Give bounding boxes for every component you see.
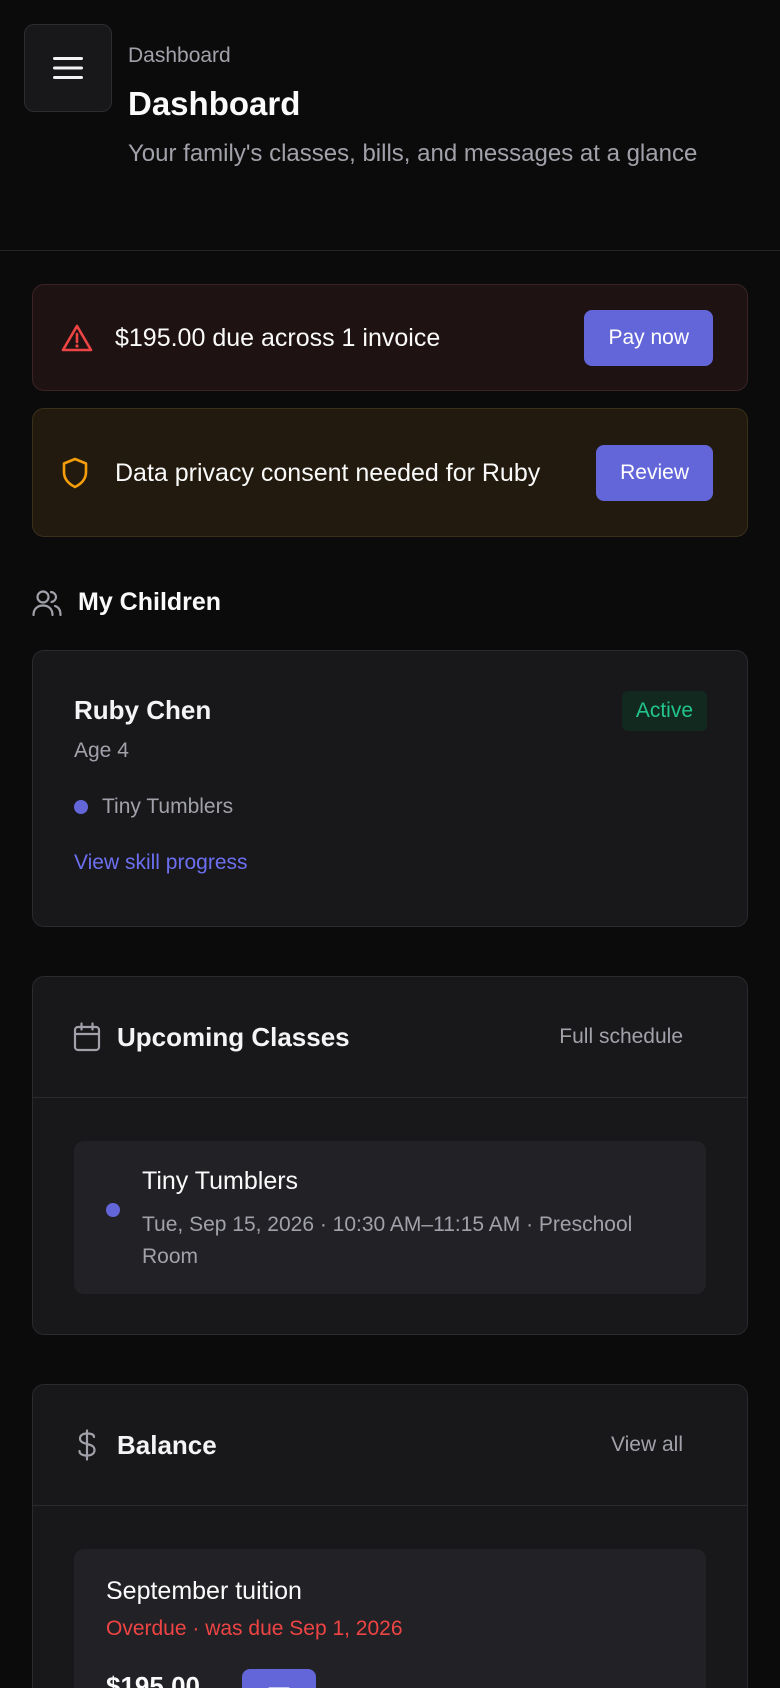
view-all-link[interactable]: View all <box>611 1433 683 1457</box>
users-icon <box>32 589 62 616</box>
balance-title: Balance <box>117 1429 217 1460</box>
warning-icon <box>61 324 93 351</box>
shield-icon <box>62 457 88 488</box>
payment-alert-text: $195.00 due across 1 invoice <box>115 323 441 352</box>
upcoming-classes-title: Upcoming Classes <box>117 1021 350 1052</box>
calendar-icon <box>73 1022 101 1052</box>
child-card: Ruby Chen Age 4 Active Tiny Tumblers Vie… <box>32 650 748 927</box>
my-children-label: My Children <box>78 588 222 616</box>
class-name: Tiny Tumblers <box>142 1167 299 1195</box>
menu-button[interactable] <box>24 24 112 112</box>
dollar-icon <box>78 1429 96 1461</box>
review-button[interactable]: Review <box>596 444 713 501</box>
page-header: Dashboard Dashboard Your family's classe… <box>0 0 780 251</box>
header-text: Dashboard Dashboard Your family's classe… <box>128 40 740 174</box>
full-schedule-link[interactable]: Full schedule <box>559 1025 683 1049</box>
upcoming-classes-header: Upcoming Classes Full schedule <box>33 977 747 1098</box>
privacy-alert: Data privacy consent needed for Ruby Rev… <box>32 408 748 537</box>
menu-icon <box>53 57 83 79</box>
class-meta: Tue, Sep 15, 2026 · 10:30 AM–11:15 AM · … <box>142 1213 633 1268</box>
invoice-pay-button[interactable] <box>242 1669 316 1688</box>
child-class: Tiny Tumblers <box>74 795 233 819</box>
page-title: Dashboard <box>128 85 301 122</box>
invoice-status: Overdue · was due Sep 1, 2026 <box>106 1617 403 1640</box>
payment-alert: $195.00 due across 1 invoice Pay now <box>32 284 748 391</box>
invoice-name: September tuition <box>106 1577 302 1605</box>
dashboard-page: Dashboard Dashboard Your family's classe… <box>0 0 780 1688</box>
balance-header: Balance View all <box>33 1385 747 1506</box>
upcoming-classes-card: Upcoming Classes Full schedule Tiny Tumb… <box>32 976 748 1335</box>
child-name: Ruby Chen <box>74 695 212 725</box>
class-color-dot <box>74 800 88 814</box>
invoice-amount: $195.00 <box>106 1671 200 1688</box>
status-badge: Active <box>621 691 707 731</box>
view-skill-progress-link[interactable]: View skill progress <box>74 851 248 875</box>
breadcrumb: Dashboard <box>128 44 231 67</box>
list-item[interactable]: Tiny Tumblers Tue, Sep 15, 2026 · 10:30 … <box>74 1141 706 1294</box>
page-subtitle: Your family's classes, bills, and messag… <box>128 140 698 167</box>
class-color-dot <box>106 1203 120 1217</box>
child-age: Age 4 <box>74 739 129 762</box>
balance-card: Balance View all September tuition Overd… <box>32 1384 748 1688</box>
privacy-alert-text: Data privacy consent needed for Ruby <box>115 458 541 487</box>
child-class-name: Tiny Tumblers <box>102 795 234 818</box>
pay-now-button[interactable]: Pay now <box>584 309 713 366</box>
list-item: September tuition Overdue · was due Sep … <box>74 1549 706 1688</box>
my-children-heading: My Children <box>32 588 221 617</box>
